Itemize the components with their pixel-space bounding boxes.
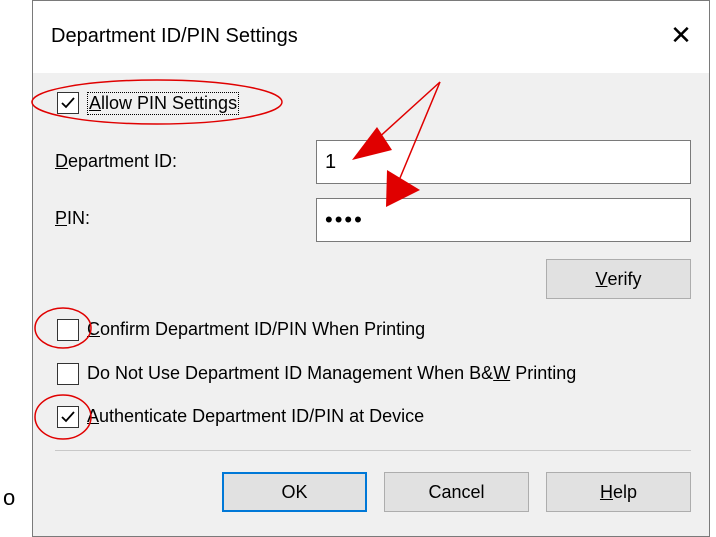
no-dept-label-after: Printing <box>510 363 577 383</box>
help-label-text: elp <box>612 481 638 502</box>
authenticate-label-text: uthenticate Department ID/PIN at Device <box>99 406 425 426</box>
department-id-label-text: epartment ID: <box>68 151 178 171</box>
no-dept-label-before: Do Not Use Department ID Management When… <box>87 363 494 383</box>
checkmark-icon <box>61 411 75 423</box>
confirm-label-text: onfirm Department ID/PIN When Printing <box>100 319 426 339</box>
dialog-title: Department ID/PIN Settings <box>51 25 298 47</box>
no-dept-mnemonic: W <box>493 363 511 383</box>
authenticate-mnemonic: A <box>87 406 100 426</box>
pin-label-text: IN: <box>67 208 91 228</box>
department-id-mnemonic: D <box>55 151 68 171</box>
pin-label: PIN: <box>55 208 90 229</box>
pin-mnemonic: P <box>55 208 68 228</box>
checkmark-icon <box>61 97 75 109</box>
separator <box>55 450 691 451</box>
help-mnemonic: H <box>599 481 613 502</box>
verify-label-text: erify <box>607 268 642 289</box>
confirm-mnemonic: C <box>87 319 100 339</box>
allow-pin-label[interactable]: Allow PIN Settings <box>87 92 240 115</box>
confirm-id-pin-label[interactable]: Confirm Department ID/PIN When Printing <box>87 319 425 340</box>
title-bar: Department ID/PIN Settings ✕ <box>33 1 709 73</box>
allow-pin-checkbox[interactable] <box>57 92 79 114</box>
verify-button[interactable]: Verify <box>546 259 691 299</box>
cancel-button[interactable]: Cancel <box>384 472 529 512</box>
allow-pin-mnemonic: A <box>89 93 102 113</box>
list-bullet: o <box>3 485 16 510</box>
pin-input[interactable]: •••• <box>316 198 691 242</box>
allow-pin-label-text: llow PIN Settings <box>101 93 238 113</box>
ok-button[interactable]: OK <box>222 472 367 512</box>
department-pin-dialog: Department ID/PIN Settings ✕ Allow PIN S… <box>32 0 710 537</box>
department-id-input[interactable]: 1 <box>316 140 691 184</box>
help-button[interactable]: Help <box>546 472 691 512</box>
close-icon[interactable]: ✕ <box>661 15 701 55</box>
verify-mnemonic: V <box>595 268 608 289</box>
confirm-id-pin-checkbox[interactable] <box>57 319 79 341</box>
authenticate-at-device-checkbox[interactable] <box>57 406 79 428</box>
no-dept-id-bw-checkbox[interactable] <box>57 363 79 385</box>
department-id-label: Department ID: <box>55 151 177 172</box>
authenticate-at-device-label[interactable]: Authenticate Department ID/PIN at Device <box>87 406 424 427</box>
no-dept-id-bw-label[interactable]: Do Not Use Department ID Management When… <box>87 363 576 384</box>
